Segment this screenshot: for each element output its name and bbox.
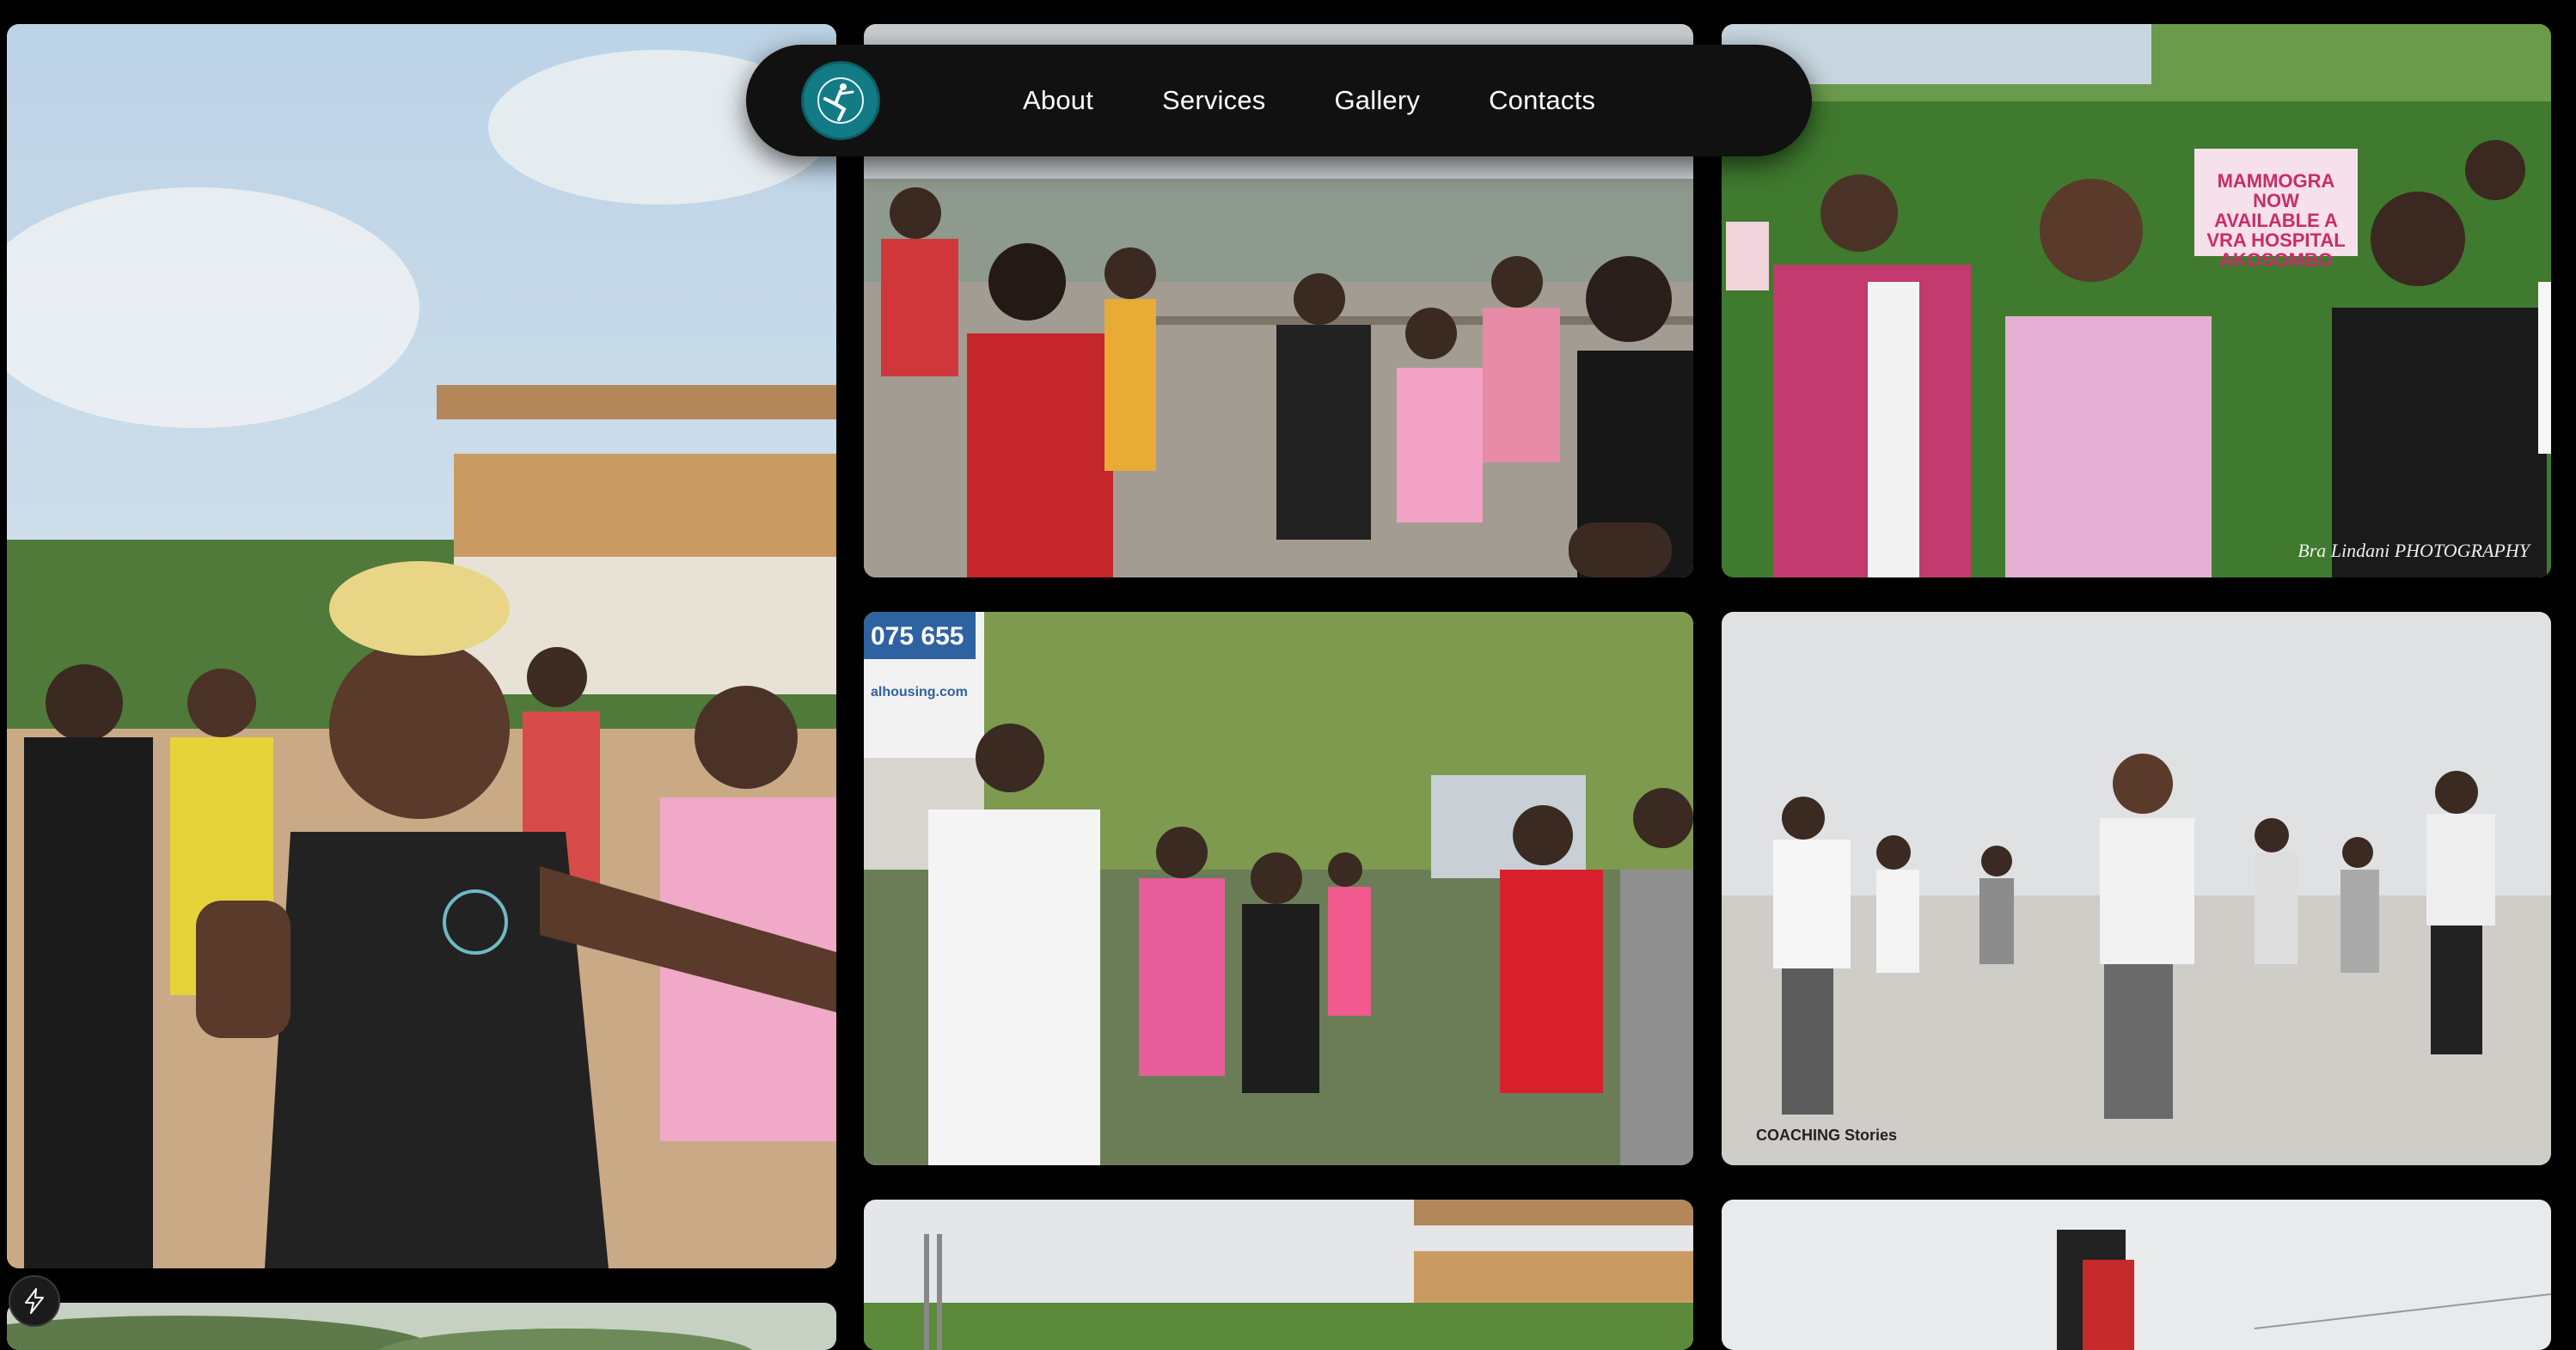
navbar: About Services Gallery Contacts: [746, 45, 1812, 156]
nav-link-about[interactable]: About: [1023, 85, 1093, 116]
sign-line-4: VRA HOSPITAL: [2206, 229, 2345, 251]
gallery-photo-1[interactable]: [7, 24, 836, 1268]
photo-watermark: Bra Lindani PHOTOGRAPHY: [2298, 540, 2531, 561]
gallery-photo-3[interactable]: MAMMOGRA NOW AVAILABLE A VRA HOSPITAL AK…: [1722, 24, 2551, 577]
billboard-text-1: 075 655: [871, 622, 964, 651]
photo-watermark: COACHING Stories: [1756, 1127, 1897, 1144]
gallery-photo-4[interactable]: 075 655 alhousing.com: [864, 612, 1693, 1165]
gallery-photo-7[interactable]: [1722, 1200, 2551, 1350]
kickboxer-logo-icon[interactable]: [801, 61, 880, 140]
nav-link-services[interactable]: Services: [1162, 85, 1265, 116]
sign-line-2: NOW: [2253, 190, 2299, 211]
sign-line-3: AVAILABLE A: [2214, 210, 2338, 231]
gallery-photo-5[interactable]: COACHING Stories: [1722, 612, 2551, 1165]
gallery-photo-6[interactable]: [864, 1200, 1693, 1350]
sign-line-1: MAMMOGRA: [2218, 170, 2335, 192]
billboard-text-2: alhousing.com: [871, 685, 968, 699]
nav-menu: About Services Gallery Contacts: [1023, 85, 1595, 116]
gallery-photo-8[interactable]: [7, 1303, 836, 1350]
sign-line-5: AKOSOMBO: [2219, 249, 2333, 271]
nav-link-gallery[interactable]: Gallery: [1334, 85, 1420, 116]
nav-link-contacts[interactable]: Contacts: [1489, 85, 1595, 116]
lightning-bolt-icon[interactable]: [9, 1275, 60, 1327]
